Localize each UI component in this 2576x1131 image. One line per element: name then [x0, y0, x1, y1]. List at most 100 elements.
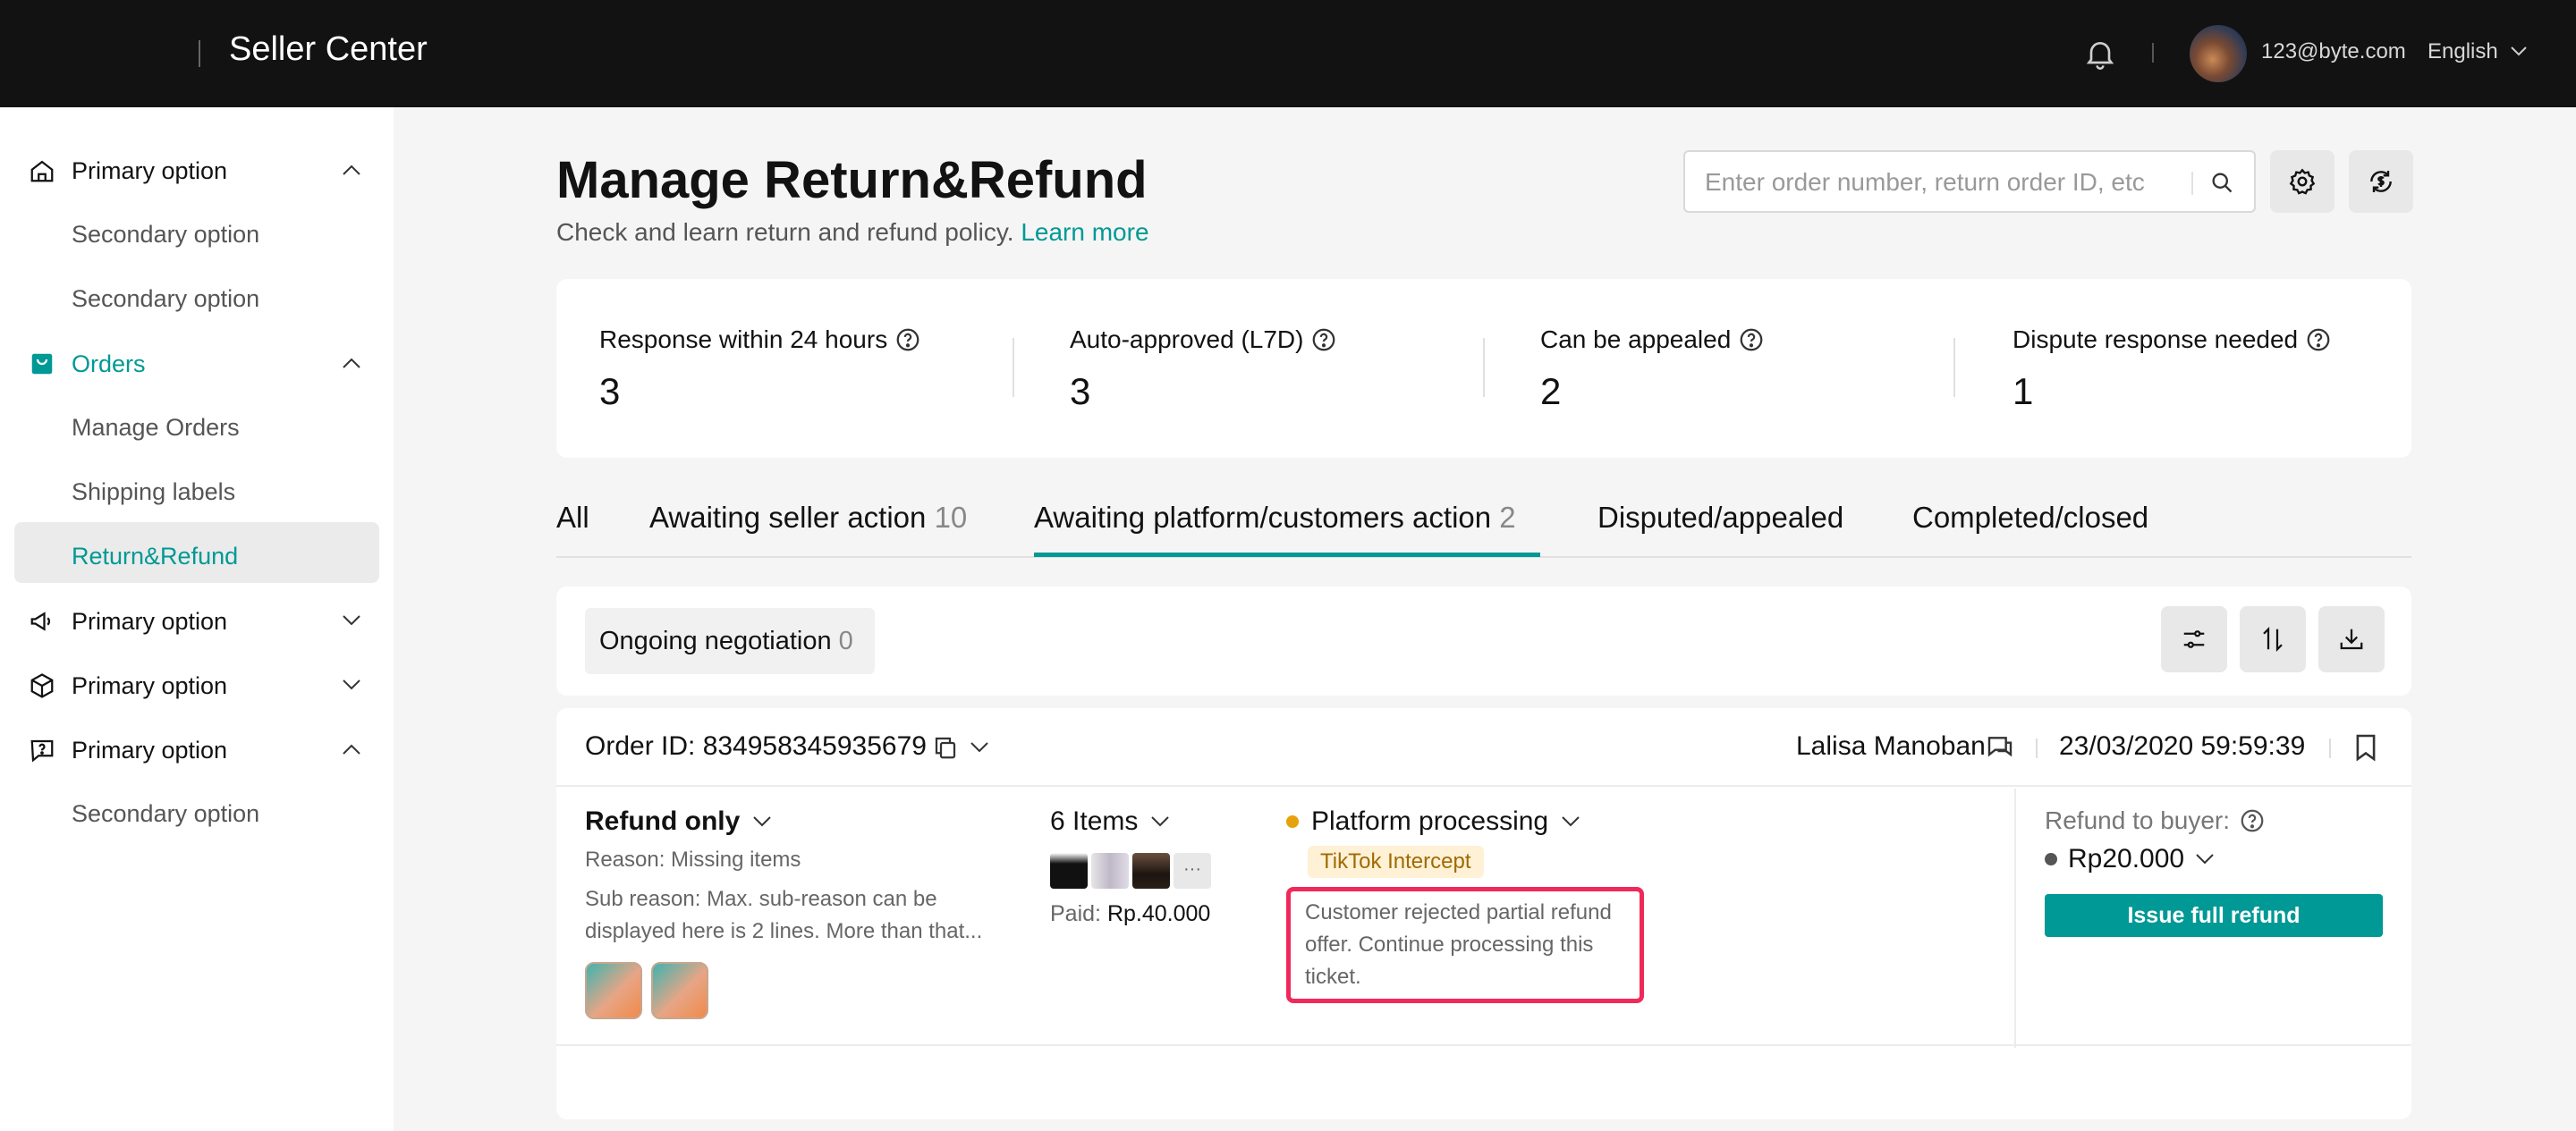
- evidence-image[interactable]: [651, 962, 708, 1019]
- refund-action: Refund to buyer: Rp20.000 Issue full ref…: [2045, 806, 2385, 937]
- bookmark-icon[interactable]: [2354, 733, 2377, 762]
- product-image[interactable]: [1091, 853, 1129, 889]
- issue-full-refund-button[interactable]: Issue full refund: [2045, 894, 2383, 937]
- sidebar-item-primary-3[interactable]: Primary option: [14, 654, 379, 715]
- sidebar-item-orders[interactable]: Orders: [14, 333, 379, 393]
- order-id: Order ID: 834958345935679: [585, 731, 927, 761]
- active-tab-indicator: [1034, 553, 1540, 557]
- bell-icon[interactable]: [2082, 34, 2118, 73]
- chevron-up-icon[interactable]: [342, 356, 361, 370]
- help-icon[interactable]: [1738, 326, 1765, 353]
- sidebar-subitem-secondary-2[interactable]: Secondary option: [14, 268, 379, 329]
- sidebar-item-primary-2[interactable]: Primary option: [14, 590, 379, 651]
- tab-awaiting-platform[interactable]: Awaiting platform/customers action 2: [1034, 501, 1516, 535]
- page-title: Manage Return&Refund: [556, 151, 1148, 209]
- chevron-down-icon[interactable]: [970, 740, 989, 755]
- search-box: [1683, 150, 2256, 213]
- tab-label: All: [556, 501, 589, 534]
- help-icon[interactable]: [2305, 326, 2332, 353]
- chat-icon[interactable]: [1986, 733, 2014, 762]
- stat-value: 2: [1540, 370, 1562, 412]
- settings-button[interactable]: [2270, 150, 2334, 213]
- refund-settings-button[interactable]: [2349, 150, 2413, 213]
- tab-label: Awaiting platform/customers action: [1034, 501, 1492, 534]
- status-info: Platform processing TikTok Intercept Cus…: [1286, 806, 1662, 1003]
- sidebar-item-label: Return&Refund: [72, 543, 239, 570]
- sort-button[interactable]: [2240, 606, 2306, 672]
- sidebar-subitem-manage-orders[interactable]: Manage Orders: [14, 397, 379, 458]
- row-separator: [556, 1044, 2411, 1046]
- copy-icon[interactable]: [932, 733, 959, 762]
- sidebar-subitem-shipping-labels[interactable]: Shipping labels: [14, 461, 379, 522]
- order-date: 23/03/2020 59:59:39: [2059, 731, 2306, 761]
- sidebar-subitem-secondary-1[interactable]: Secondary option: [14, 204, 379, 265]
- chevron-down-icon[interactable]: [2510, 45, 2528, 57]
- tab-label: Awaiting seller action: [649, 501, 927, 534]
- tab-disputed[interactable]: Disputed/appealed: [1597, 501, 1843, 535]
- refund-sub-reason: Sub reason: Max. sub-reason can be displ…: [585, 887, 983, 943]
- user-email[interactable]: 123@byte.com: [2261, 39, 2406, 64]
- items-info: 6 Items ··· Paid: Rp.40.000: [1050, 806, 1265, 927]
- status-label: Platform processing: [1311, 806, 1549, 836]
- stats-card: Response within 24 hours 3 Auto-approved…: [556, 279, 2411, 458]
- stat-auto-approved: Auto-approved (L7D) 3: [1070, 325, 1337, 413]
- help-icon[interactable]: [2239, 807, 2266, 834]
- help-icon[interactable]: [894, 326, 921, 353]
- language-selector[interactable]: English: [2428, 39, 2498, 64]
- chevron-down-icon[interactable]: [342, 613, 361, 628]
- sidebar-item-label: Primary option: [72, 157, 228, 184]
- sidebar-item-label: Primary option: [72, 737, 228, 764]
- avatar[interactable]: [2190, 25, 2247, 82]
- sort-icon: [2263, 627, 2283, 652]
- refund-amount-dropdown[interactable]: Rp20.000: [2045, 844, 2385, 874]
- learn-more-link[interactable]: Learn more: [1021, 218, 1148, 246]
- download-button[interactable]: [2318, 606, 2385, 672]
- sidebar-item-label: Secondary option: [72, 285, 260, 312]
- status-dropdown[interactable]: Platform processing: [1286, 806, 1662, 837]
- evidence-image[interactable]: [585, 962, 642, 1019]
- sidebar-subitem-return-refund[interactable]: Return&Refund: [14, 522, 379, 583]
- sidebar-item-primary-4[interactable]: Primary option: [14, 719, 379, 780]
- order-card: Order ID: 834958345935679 Lalisa Manoban…: [556, 708, 2411, 1119]
- megaphone-icon: [30, 612, 50, 631]
- stat-label: Auto-approved (L7D): [1070, 325, 1304, 353]
- product-image[interactable]: [1132, 853, 1170, 889]
- sidebar-item-label: Secondary option: [72, 800, 260, 827]
- stat-divider: [1483, 338, 1485, 397]
- sidebar-item-primary-1[interactable]: Primary option: [14, 139, 379, 200]
- paid-label: Paid:: [1050, 901, 1101, 926]
- chip-label: Ongoing negotiation: [599, 627, 832, 655]
- help-icon[interactable]: [1310, 326, 1337, 353]
- items-dropdown[interactable]: 6 Items: [1050, 806, 1265, 837]
- stat-label: Can be appealed: [1540, 325, 1732, 353]
- filter-button[interactable]: [2161, 606, 2227, 672]
- sidebar-item-label: Secondary option: [72, 221, 260, 248]
- search-input[interactable]: [1705, 165, 2170, 200]
- tab-all[interactable]: All: [556, 501, 589, 535]
- product-image[interactable]: [1050, 853, 1088, 889]
- download-icon: [2340, 629, 2363, 650]
- tab-awaiting-seller[interactable]: Awaiting seller action 10: [649, 501, 967, 535]
- chevron-up-icon[interactable]: [342, 742, 361, 756]
- sidebar-subitem-secondary-3[interactable]: Secondary option: [14, 783, 379, 844]
- stat-value: 1: [2012, 370, 2034, 412]
- more-items-button[interactable]: ···: [1174, 853, 1211, 889]
- refund-type-dropdown[interactable]: Refund only: [585, 806, 996, 837]
- chevron-up-icon[interactable]: [342, 163, 361, 177]
- search-icon[interactable]: [2209, 170, 2234, 195]
- ongoing-negotiation-chip[interactable]: Ongoing negotiation 0: [585, 608, 875, 674]
- amount-dot: [2045, 853, 2057, 865]
- tab-completed[interactable]: Completed/closed: [1912, 501, 2148, 535]
- chevron-down-icon[interactable]: [342, 678, 361, 692]
- cube-icon: [30, 673, 54, 698]
- column-divider: [2014, 789, 2016, 1048]
- header-separator: [2036, 739, 2038, 758]
- status-tabs: All Awaiting seller action 10 Awaiting p…: [556, 501, 2411, 558]
- top-bar: Seller Center 123@byte.com English: [0, 0, 2576, 107]
- refund-type: Refund only: [585, 806, 741, 836]
- stat-label: Response within 24 hours: [599, 325, 888, 353]
- sidebar-item-label: Primary option: [72, 672, 228, 699]
- page-subtitle: Check and learn return and refund policy…: [556, 218, 1149, 247]
- home-icon: [30, 160, 54, 182]
- chip-count: 0: [838, 627, 853, 655]
